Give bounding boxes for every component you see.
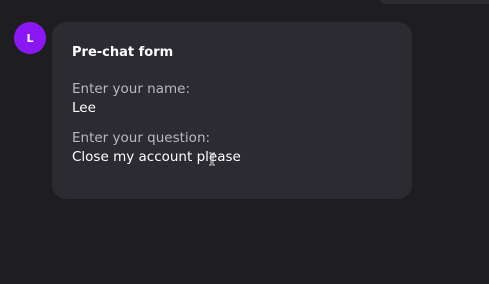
form-title: Pre-chat form	[72, 45, 174, 60]
user-avatar: L	[14, 22, 46, 54]
question-field-label: Enter your question:	[72, 130, 211, 146]
question-field-value: Close my account please	[72, 149, 241, 165]
name-field: Enter your name: Lee	[72, 81, 392, 116]
text-cursor-icon	[209, 152, 215, 166]
question-field: Enter your question: Close my account pl…	[72, 130, 392, 165]
name-field-value: Lee	[72, 100, 96, 116]
name-field-label: Enter your name:	[72, 81, 191, 97]
previous-message-bubble-edge	[380, 0, 489, 4]
pre-chat-form-message: Pre-chat form Enter your name: Lee Enter…	[52, 22, 412, 199]
